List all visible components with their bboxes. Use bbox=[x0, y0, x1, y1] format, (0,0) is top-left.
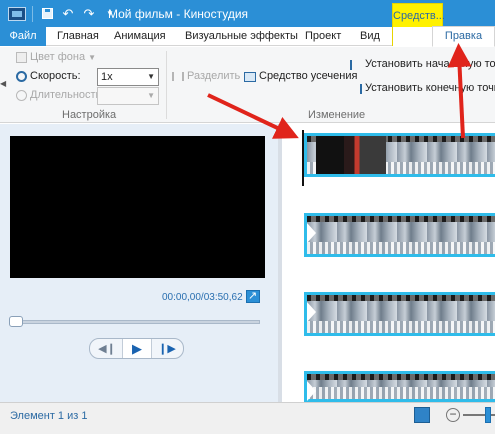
tab-edit[interactable]: Правка bbox=[432, 26, 495, 47]
timeline-playhead[interactable] bbox=[302, 130, 304, 186]
tab-animation[interactable]: Анимация bbox=[114, 27, 166, 46]
undo-icon: ↶ bbox=[62, 5, 74, 21]
save-button[interactable] bbox=[39, 6, 55, 22]
speed-icon bbox=[16, 71, 27, 82]
clip-first-frames bbox=[316, 136, 386, 174]
tab-visual-effects[interactable]: Визуальные эффекты bbox=[185, 27, 298, 46]
tab-file[interactable]: Файл bbox=[0, 27, 46, 46]
quick-access-toolbar: ↶ ↷ ▼ bbox=[0, 0, 123, 27]
split-icon bbox=[172, 72, 184, 81]
previous-frame-button[interactable]: ◀❙ bbox=[92, 339, 122, 358]
clip-thumbnails bbox=[307, 374, 495, 399]
zoom-out-button[interactable]: − bbox=[446, 408, 460, 422]
dropdown-arrow-icon: ▼ bbox=[88, 53, 97, 62]
clip-start-marker-icon bbox=[307, 223, 316, 243]
clip-thumbnails bbox=[307, 216, 495, 254]
duration-dropdown[interactable]: ▼ bbox=[97, 87, 159, 105]
group-caption-settings: Настройка bbox=[62, 109, 117, 121]
ribbon-collapse-handle[interactable]: ◀ bbox=[0, 79, 6, 88]
speed-dropdown[interactable]: 1x ▼ bbox=[97, 68, 159, 86]
set-start-point-button[interactable]: Установить начальную точку bbox=[365, 58, 495, 70]
chevron-down-icon: ▼ bbox=[147, 72, 155, 81]
thumbnail-size-icon[interactable] bbox=[414, 407, 430, 423]
window-title: Мой фильм - Киностудия bbox=[108, 7, 249, 21]
seek-thumb[interactable] bbox=[9, 316, 23, 327]
seek-bar[interactable] bbox=[10, 320, 260, 324]
ribbon-group-separator bbox=[166, 51, 167, 119]
tab-view[interactable]: Вид bbox=[360, 27, 380, 46]
duration-label: Длительность: bbox=[30, 89, 105, 101]
clip-strip[interactable] bbox=[304, 371, 495, 402]
clip-start-marker-icon bbox=[307, 302, 316, 322]
background-color-button[interactable]: Цвет фона ▼ bbox=[30, 51, 96, 63]
save-icon bbox=[41, 8, 53, 19]
trim-tool-button[interactable]: Средство усечения bbox=[259, 70, 357, 82]
clip-thumbnails bbox=[307, 295, 495, 333]
ribbon-tabs: Файл Главная Анимация Визуальные эффекты… bbox=[0, 26, 495, 47]
clip-strip[interactable] bbox=[304, 133, 495, 177]
play-icon: ▶ bbox=[132, 340, 142, 356]
split-button[interactable]: Разделить bbox=[187, 70, 240, 82]
redo-icon: ↷ bbox=[83, 5, 95, 21]
speed-label: Скорость: bbox=[30, 70, 81, 82]
next-frame-button[interactable]: ❙▶ bbox=[152, 339, 182, 358]
speed-value: 1x bbox=[101, 71, 113, 83]
set-end-point-icon bbox=[350, 84, 362, 94]
playback-time: 00:00,00/03:50,62 bbox=[162, 292, 243, 303]
trim-tool-icon bbox=[244, 72, 256, 82]
tab-project[interactable]: Проект bbox=[305, 27, 341, 46]
video-preview[interactable] bbox=[10, 136, 265, 278]
chevron-down-icon: ▼ bbox=[147, 91, 155, 100]
redo-button[interactable]: ↷ bbox=[81, 6, 97, 22]
toolbar-separator bbox=[32, 5, 33, 22]
fullscreen-preview-button[interactable] bbox=[246, 289, 260, 303]
undo-button[interactable]: ↶ bbox=[60, 6, 76, 22]
clip-start-marker-icon bbox=[307, 381, 316, 401]
zoom-slider-thumb[interactable] bbox=[485, 407, 491, 423]
background-color-label: Цвет фона bbox=[30, 51, 86, 63]
clip-strip[interactable] bbox=[304, 213, 495, 257]
set-start-point-icon bbox=[350, 60, 362, 70]
next-frame-icon: ❙▶ bbox=[158, 343, 176, 355]
status-text: Элемент 1 из 1 bbox=[10, 410, 88, 422]
play-button[interactable]: ▶ bbox=[122, 339, 152, 358]
duration-icon bbox=[16, 90, 27, 101]
movie-maker-app-icon[interactable] bbox=[8, 6, 26, 21]
previous-frame-icon: ◀❙ bbox=[98, 343, 116, 355]
clip-strip[interactable] bbox=[304, 292, 495, 336]
group-caption-editing: Изменение bbox=[308, 109, 366, 121]
background-color-icon bbox=[16, 52, 27, 63]
set-end-point-button[interactable]: Установить конечную точку bbox=[365, 82, 495, 94]
tab-home[interactable]: Главная bbox=[57, 27, 99, 46]
